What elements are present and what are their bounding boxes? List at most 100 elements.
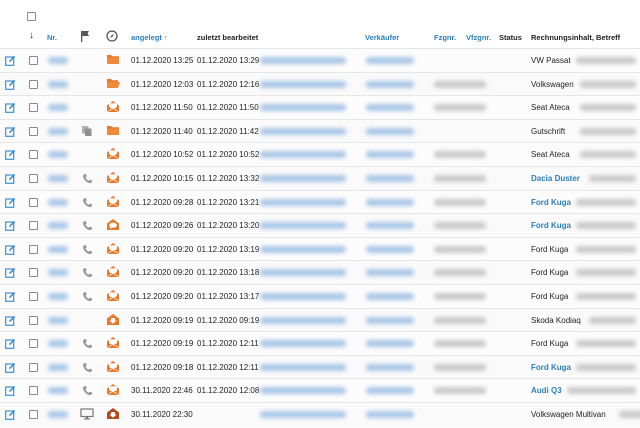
seller-link[interactable] xyxy=(366,222,414,230)
col-angelegt[interactable]: angelegt ↑ xyxy=(131,33,168,42)
edit-icon[interactable] xyxy=(5,291,16,304)
row-nr[interactable] xyxy=(48,127,68,135)
customer-link[interactable] xyxy=(260,316,346,324)
row-checkbox[interactable] xyxy=(29,315,38,325)
row-nr[interactable] xyxy=(48,57,68,64)
row-checkbox[interactable] xyxy=(29,386,38,396)
envelope-open-icon[interactable] xyxy=(106,242,120,257)
row-checkbox[interactable] xyxy=(29,292,38,301)
edit-icon[interactable] xyxy=(5,197,16,210)
row-nr[interactable] xyxy=(48,222,68,230)
row-checkbox[interactable] xyxy=(29,103,38,113)
sort-arrow-icon[interactable]: ↓ xyxy=(29,30,34,41)
customer-link[interactable] xyxy=(260,363,346,371)
edit-icon[interactable] xyxy=(5,55,16,68)
row-nr[interactable] xyxy=(48,151,68,159)
row-checkbox[interactable] xyxy=(29,362,38,372)
col-fzgnr[interactable]: Fzgnr. xyxy=(434,33,456,42)
seller-link[interactable] xyxy=(366,387,414,395)
row-checkbox[interactable] xyxy=(29,197,38,207)
edit-icon[interactable] xyxy=(5,149,16,162)
edit-icon[interactable] xyxy=(5,102,16,115)
row-nr[interactable] xyxy=(48,245,68,253)
folder-open-icon[interactable] xyxy=(106,77,121,91)
row-nr[interactable] xyxy=(48,80,68,88)
seller-link[interactable] xyxy=(366,151,414,159)
table-row[interactable]: 01.12.2020 09:20 01.12.2020 13:18 Ford Kug… xyxy=(0,260,640,285)
envelope-open-icon[interactable] xyxy=(106,265,120,280)
edit-icon[interactable] xyxy=(5,338,16,351)
row-checkbox[interactable] xyxy=(29,339,38,349)
table-row[interactable]: 01.12.2020 09:20 01.12.2020 13:17 Ford Kug… xyxy=(0,284,640,309)
row-checkbox[interactable] xyxy=(29,410,38,419)
subject-text[interactable]: Ford Kuga xyxy=(531,363,571,372)
row-nr[interactable] xyxy=(48,363,68,371)
seller-link[interactable] xyxy=(366,316,414,324)
edit-icon[interactable] xyxy=(5,362,16,375)
table-row[interactable]: 01.12.2020 09:28 01.12.2020 13:21 Ford Kug… xyxy=(0,189,640,215)
seller-link[interactable] xyxy=(366,269,414,277)
inbox-download-icon[interactable] xyxy=(106,313,120,328)
row-checkbox[interactable] xyxy=(29,150,38,160)
col-zuletzt-bearbeitet[interactable]: zuletzt bearbeitet xyxy=(197,33,258,42)
customer-link[interactable] xyxy=(260,269,346,277)
flag-icon[interactable] xyxy=(80,30,90,44)
envelope-open-icon[interactable] xyxy=(106,171,120,186)
subject-text[interactable]: Dacia Duster xyxy=(531,174,580,183)
row-nr[interactable] xyxy=(48,316,68,324)
row-nr[interactable] xyxy=(48,104,68,112)
row-nr[interactable] xyxy=(48,293,68,300)
customer-link[interactable] xyxy=(260,293,346,300)
row-checkbox[interactable] xyxy=(29,268,38,278)
customer-link[interactable] xyxy=(260,387,346,395)
customer-link[interactable] xyxy=(260,175,346,182)
col-vfzgnr[interactable]: Vfzgnr. xyxy=(466,33,491,42)
subject-text[interactable]: Ford Kuga xyxy=(531,198,571,207)
row-checkbox[interactable] xyxy=(29,56,38,65)
seller-link[interactable] xyxy=(366,175,414,182)
seller-link[interactable] xyxy=(366,293,414,300)
table-row[interactable]: 30.11.2020 22:46 01.12.2020 12:08 Audi Q3 xyxy=(0,378,640,403)
table-row[interactable]: 30.11.2020 22:30 Volkswagen Multivan xyxy=(0,402,640,427)
row-nr[interactable] xyxy=(48,269,68,277)
envelope-open-icon[interactable] xyxy=(106,100,120,115)
customer-link[interactable] xyxy=(260,222,346,230)
customer-link[interactable] xyxy=(260,57,346,64)
seller-link[interactable] xyxy=(366,127,414,135)
subject-text[interactable]: Audi Q3 xyxy=(531,386,562,395)
row-checkbox[interactable] xyxy=(29,126,38,136)
edit-icon[interactable] xyxy=(5,267,16,280)
seller-link[interactable] xyxy=(366,104,414,112)
edit-icon[interactable] xyxy=(5,244,16,257)
select-all-checkbox[interactable] xyxy=(27,12,36,21)
edit-icon[interactable] xyxy=(5,79,16,92)
edit-icon[interactable] xyxy=(5,220,16,233)
envelope-open-icon[interactable] xyxy=(106,195,120,210)
table-row[interactable]: 01.12.2020 12:03 01.12.2020 12:16 Volkswag… xyxy=(0,71,640,97)
table-row[interactable]: 01.12.2020 09:26 01.12.2020 13:20 Ford Kug… xyxy=(0,213,640,238)
row-nr[interactable] xyxy=(48,175,68,182)
customer-link[interactable] xyxy=(260,104,346,112)
envelope-open-icon[interactable] xyxy=(106,147,120,162)
edit-icon[interactable] xyxy=(5,126,16,139)
table-row[interactable]: 01.12.2020 09:19 01.12.2020 09:19 Skoda Ko… xyxy=(0,307,640,333)
seller-link[interactable] xyxy=(366,411,414,418)
seller-link[interactable] xyxy=(366,57,414,64)
customer-link[interactable] xyxy=(260,198,346,206)
row-nr[interactable] xyxy=(48,198,68,206)
folder-icon[interactable] xyxy=(106,124,120,138)
table-row[interactable]: 01.12.2020 09:18 01.12.2020 12:11 Ford Kug… xyxy=(0,354,640,380)
seller-link[interactable] xyxy=(366,363,414,371)
envelope-open-icon[interactable] xyxy=(106,383,120,398)
envelope-open-icon[interactable] xyxy=(106,289,120,304)
customer-link[interactable] xyxy=(260,151,346,159)
seller-link[interactable] xyxy=(366,198,414,206)
row-nr[interactable] xyxy=(48,411,68,418)
row-checkbox[interactable] xyxy=(29,174,38,183)
subject-text[interactable]: Ford Kuga xyxy=(531,221,571,230)
col-verkaeufer[interactable]: Verkäufer xyxy=(365,33,399,42)
table-row[interactable]: 01.12.2020 09:20 01.12.2020 13:19 Ford Kug… xyxy=(0,236,640,262)
folder-icon[interactable] xyxy=(106,53,120,67)
row-checkbox[interactable] xyxy=(29,79,38,89)
envelope-open-icon[interactable] xyxy=(106,336,120,351)
